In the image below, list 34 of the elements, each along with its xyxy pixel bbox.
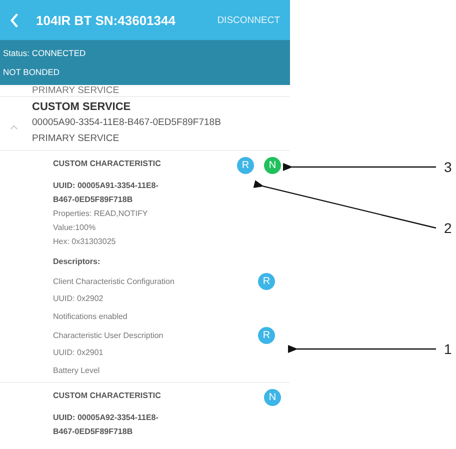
callout-number: 1 [444, 341, 452, 357]
property-badge[interactable]: N [264, 389, 281, 406]
descriptor-uuid: UUID: 0x2901 [53, 347, 104, 359]
descriptor-name: Characteristic User Description [53, 330, 164, 340]
callout-number: 3 [444, 159, 452, 175]
chevron-icon[interactable] [10, 125, 18, 130]
property-badge[interactable]: N [264, 157, 281, 174]
callout-number: 2 [444, 220, 452, 236]
device-title: 104IR BT SN:43601344 [36, 12, 176, 28]
characteristic-name: CUSTOM CHARACTERISTIC [53, 391, 161, 400]
descriptors-heading: Descriptors: [53, 257, 102, 266]
characteristic-detail: Value:100% [53, 222, 97, 234]
property-badge[interactable]: R [237, 157, 254, 174]
service-type: PRIMARY SERVICE [32, 132, 120, 146]
characteristic-detail: Properties: READ,NOTIFY [53, 208, 149, 220]
characteristic-uuid: UUID: 00005A91-3354-11E8- [53, 180, 160, 192]
characteristic-name: CUSTOM CHARACTERISTIC [53, 159, 161, 168]
descriptor-value: Notifications enabled [53, 311, 128, 323]
property-badge[interactable]: R [258, 272, 275, 290]
property-badge[interactable]: R [258, 326, 275, 344]
descriptor-uuid: UUID: 0x2902 [53, 293, 104, 305]
status-text: NOT BONDED [3, 66, 61, 79]
characteristic-uuid: B467-0ED5F89F718B [53, 426, 134, 438]
descriptor-value: Battery Level [53, 365, 101, 377]
disconnect-button[interactable]: DISCONNECT [215, 12, 282, 28]
characteristic-detail: Hex: 0x31303025 [53, 236, 117, 248]
back-icon[interactable] [10, 12, 19, 28]
service-type: PRIMARY SERVICE [32, 85, 120, 96]
service-uuid: 00005A90-3354-11E8-B467-0ED5F89F718B [32, 116, 221, 130]
characteristic-uuid: B467-0ED5F89F718B [53, 194, 134, 206]
descriptor-name: Client Characteristic Configuration [53, 276, 174, 286]
characteristic-uuid: UUID: 00005A92-3354-11E8- [53, 412, 160, 424]
service-name: CUSTOM SERVICE [32, 100, 132, 115]
status-text: Status: CONNECTED [3, 47, 87, 60]
